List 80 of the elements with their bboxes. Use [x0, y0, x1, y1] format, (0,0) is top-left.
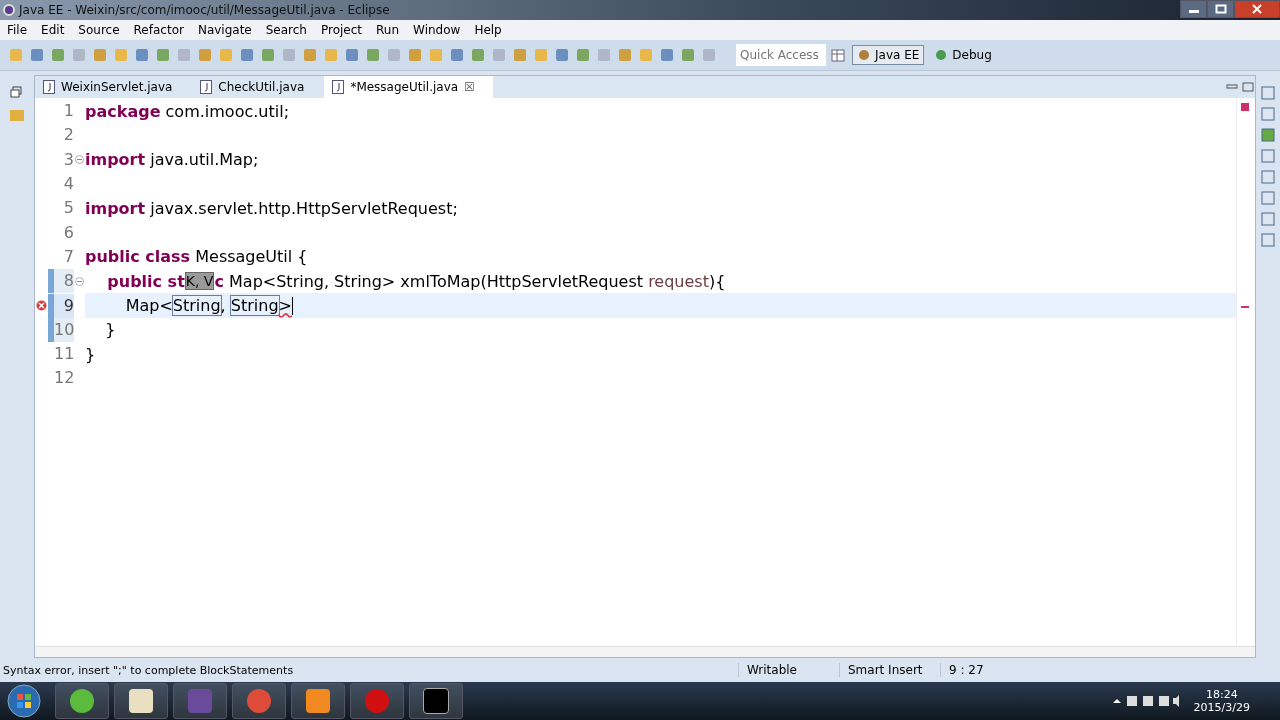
error-marker[interactable]: [1241, 103, 1249, 111]
line-number: 1: [62, 100, 74, 123]
line-number: 8: [48, 269, 74, 294]
line-number: 12: [53, 367, 74, 390]
editor-tab[interactable]: CheckUtil.java: [192, 76, 323, 98]
fold-icon[interactable]: [75, 155, 84, 165]
minimize-button[interactable]: [1180, 0, 1207, 18]
status-message: Syntax error, insert ";" to complete BlockStatements: [3, 663, 295, 677]
app-icon: [3, 4, 15, 16]
code-token: request: [648, 271, 709, 291]
maximize-icon: [1214, 4, 1227, 14]
menu-item[interactable]: Help: [474, 23, 502, 37]
java-file-icon: [43, 80, 55, 94]
line-number: 3: [62, 148, 74, 171]
maximize-button[interactable]: [1207, 0, 1234, 18]
status-insert-mode: Smart Insert: [839, 663, 940, 677]
minimize-icon[interactable]: [1225, 82, 1239, 92]
error-marker[interactable]: [1241, 306, 1249, 308]
window-title: Java EE - Weixin/src/com/imooc/util/MessageUtil.java - Eclipse: [19, 3, 390, 17]
menu-item[interactable]: File: [7, 23, 28, 37]
maximize-icon[interactable]: [1241, 82, 1255, 92]
java-file-icon: [200, 80, 213, 94]
line-number: 11: [53, 343, 74, 366]
linked-edit-field[interactable]: String: [172, 296, 221, 315]
perspective-icon: [857, 48, 871, 62]
restore-icon[interactable]: [10, 85, 24, 99]
line-number: 7: [62, 245, 74, 268]
fold-icon[interactable]: [75, 276, 84, 286]
menu-item[interactable]: Project: [320, 23, 363, 37]
code-token: }: [104, 320, 116, 340]
line-number: 5: [62, 197, 74, 220]
perspective-button[interactable]: Java EE: [852, 45, 925, 65]
menu-item[interactable]: Search: [265, 23, 307, 37]
clock[interactable]: 18:24 2015/3/29: [1185, 688, 1280, 714]
line-number: 10: [48, 317, 74, 342]
line-number: 2: [62, 124, 74, 147]
code-token: public class: [85, 247, 191, 267]
perspective-button[interactable]: Debug: [929, 45, 997, 65]
close-button[interactable]: [1234, 0, 1280, 18]
line-number: 9: [48, 293, 74, 318]
code-token: package: [85, 101, 161, 121]
menu-item[interactable]: Refactor: [133, 23, 184, 37]
code-token: MessageUtil {: [194, 247, 308, 267]
code-token: public st: [106, 271, 185, 291]
code-token: >: [278, 296, 292, 315]
code-token: }: [85, 344, 96, 364]
close-tab-icon[interactable]: ☒: [464, 80, 475, 94]
editor-tab[interactable]: *MessageUtil.java ☒: [324, 76, 493, 98]
perspective-icon: [934, 48, 949, 62]
code-token: import: [85, 198, 146, 218]
status-mode: Writable: [738, 663, 839, 677]
code-token: Map<String, String> xmlToMap(HttpServletRequest: [228, 271, 645, 291]
code-token: com.imooc.util;: [164, 101, 289, 121]
clock-date: 2015/3/29: [1193, 701, 1250, 714]
code-token: ){: [708, 271, 726, 291]
open-perspective-icon[interactable]: [831, 47, 847, 63]
quick-access-field[interactable]: Quick Access: [736, 44, 826, 66]
horizontal-scrollbar[interactable]: [35, 646, 1255, 657]
editor-tab[interactable]: WeixinServlet.java: [35, 76, 191, 98]
start-button[interactable]: [6, 683, 42, 719]
clock-time: 18:24: [1205, 688, 1238, 701]
close-icon: [1251, 4, 1263, 14]
code-token: javax.servlet.http.HttpServletRequest;: [149, 198, 458, 218]
menu-item[interactable]: Window: [413, 23, 461, 37]
code-token: java.util.Map;: [149, 150, 259, 170]
code-token: c: [214, 271, 224, 291]
text-cursor: [291, 296, 293, 315]
menu-item[interactable]: Run: [376, 23, 400, 37]
cursor-position: 9 : 27: [940, 663, 1009, 677]
line-number: 6: [62, 221, 74, 244]
linked-edit-field[interactable]: String: [230, 296, 279, 315]
code-token: import: [85, 150, 146, 170]
java-file-icon: [332, 80, 345, 94]
code-token: Map<: [124, 296, 173, 315]
menu-item[interactable]: Source: [78, 23, 120, 37]
menu-item[interactable]: Navigate: [197, 23, 252, 37]
code-token: ,: [220, 296, 227, 315]
parameter-hint: K, V: [184, 272, 215, 291]
line-number: 4: [62, 173, 74, 196]
menu-item[interactable]: Edit: [41, 23, 65, 37]
